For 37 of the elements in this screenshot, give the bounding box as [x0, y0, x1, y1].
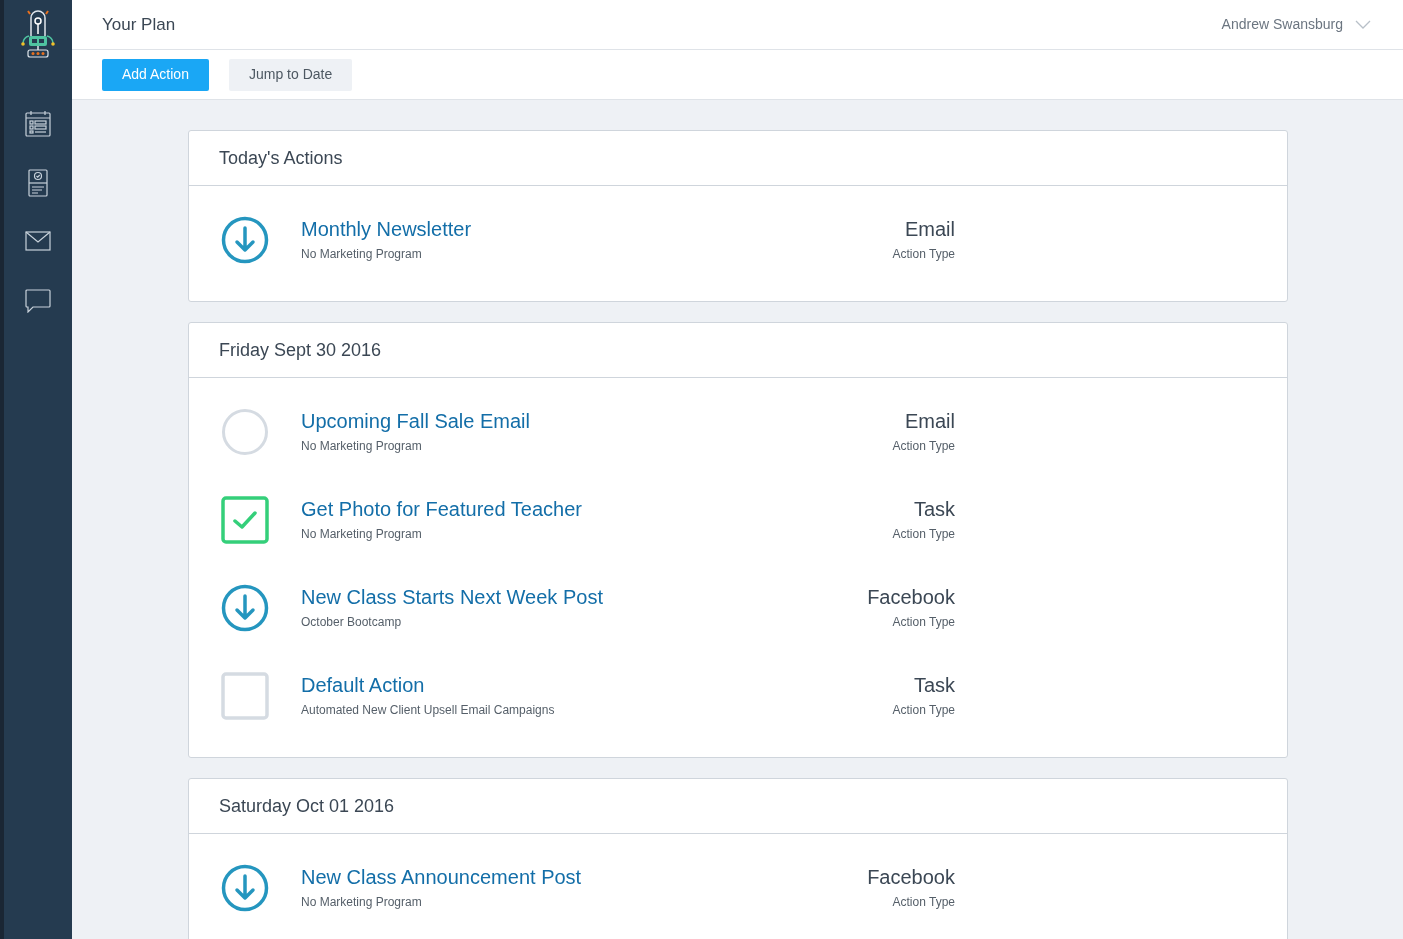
- section-title: Saturday Oct 01 2016: [219, 794, 395, 818]
- action-type-label: Action Type: [891, 702, 955, 719]
- section-title: Today's Actions: [219, 146, 343, 170]
- program-name: No Marketing Program: [301, 438, 423, 455]
- action-type: Email: [904, 217, 955, 241]
- task-checkbox[interactable]: [221, 672, 269, 720]
- calendar-icon[interactable]: [25, 110, 51, 137]
- action-title[interactable]: Monthly Newsletter: [301, 217, 472, 241]
- user-name[interactable]: Andrew Swansburg: [1221, 14, 1343, 35]
- section-title: Friday Sept 30 2016: [219, 338, 382, 362]
- action-type: Facebook: [866, 865, 955, 889]
- action-type-label: Action Type: [891, 614, 955, 631]
- program-name: No Marketing Program: [301, 894, 423, 911]
- action-type: Facebook: [866, 585, 955, 609]
- action-type: Email: [904, 409, 955, 433]
- chevron-down-icon[interactable]: [1355, 19, 1371, 30]
- program-name: Automated New Client Upsell Email Campaigns: [301, 702, 555, 719]
- action-title[interactable]: Default Action: [301, 673, 555, 697]
- action-type-label: Action Type: [891, 246, 955, 263]
- program-name: No Marketing Program: [301, 246, 423, 263]
- action-title[interactable]: New Class Starts Next Week Post: [301, 585, 603, 609]
- action-title[interactable]: Get Photo for Featured Teacher: [301, 497, 582, 521]
- action-type: Task: [912, 497, 955, 521]
- action-type: Task: [912, 673, 955, 697]
- program-name: October Bootcamp: [301, 614, 403, 631]
- jump-to-date-button[interactable]: Jump to Date: [228, 58, 353, 91]
- page-title: Your Plan: [102, 13, 176, 36]
- checklist-icon[interactable]: [28, 169, 48, 197]
- action-type-label: Action Type: [891, 438, 955, 455]
- mail-icon[interactable]: [25, 231, 51, 251]
- program-name: No Marketing Program: [301, 526, 423, 543]
- task-checkbox[interactable]: [221, 496, 269, 544]
- action-title[interactable]: New Class Announcement Post: [301, 865, 582, 889]
- action-type-label: Action Type: [891, 894, 955, 911]
- action-title[interactable]: Upcoming Fall Sale Email: [301, 409, 530, 433]
- chat-icon[interactable]: [25, 289, 51, 313]
- action-type-label: Action Type: [891, 526, 955, 543]
